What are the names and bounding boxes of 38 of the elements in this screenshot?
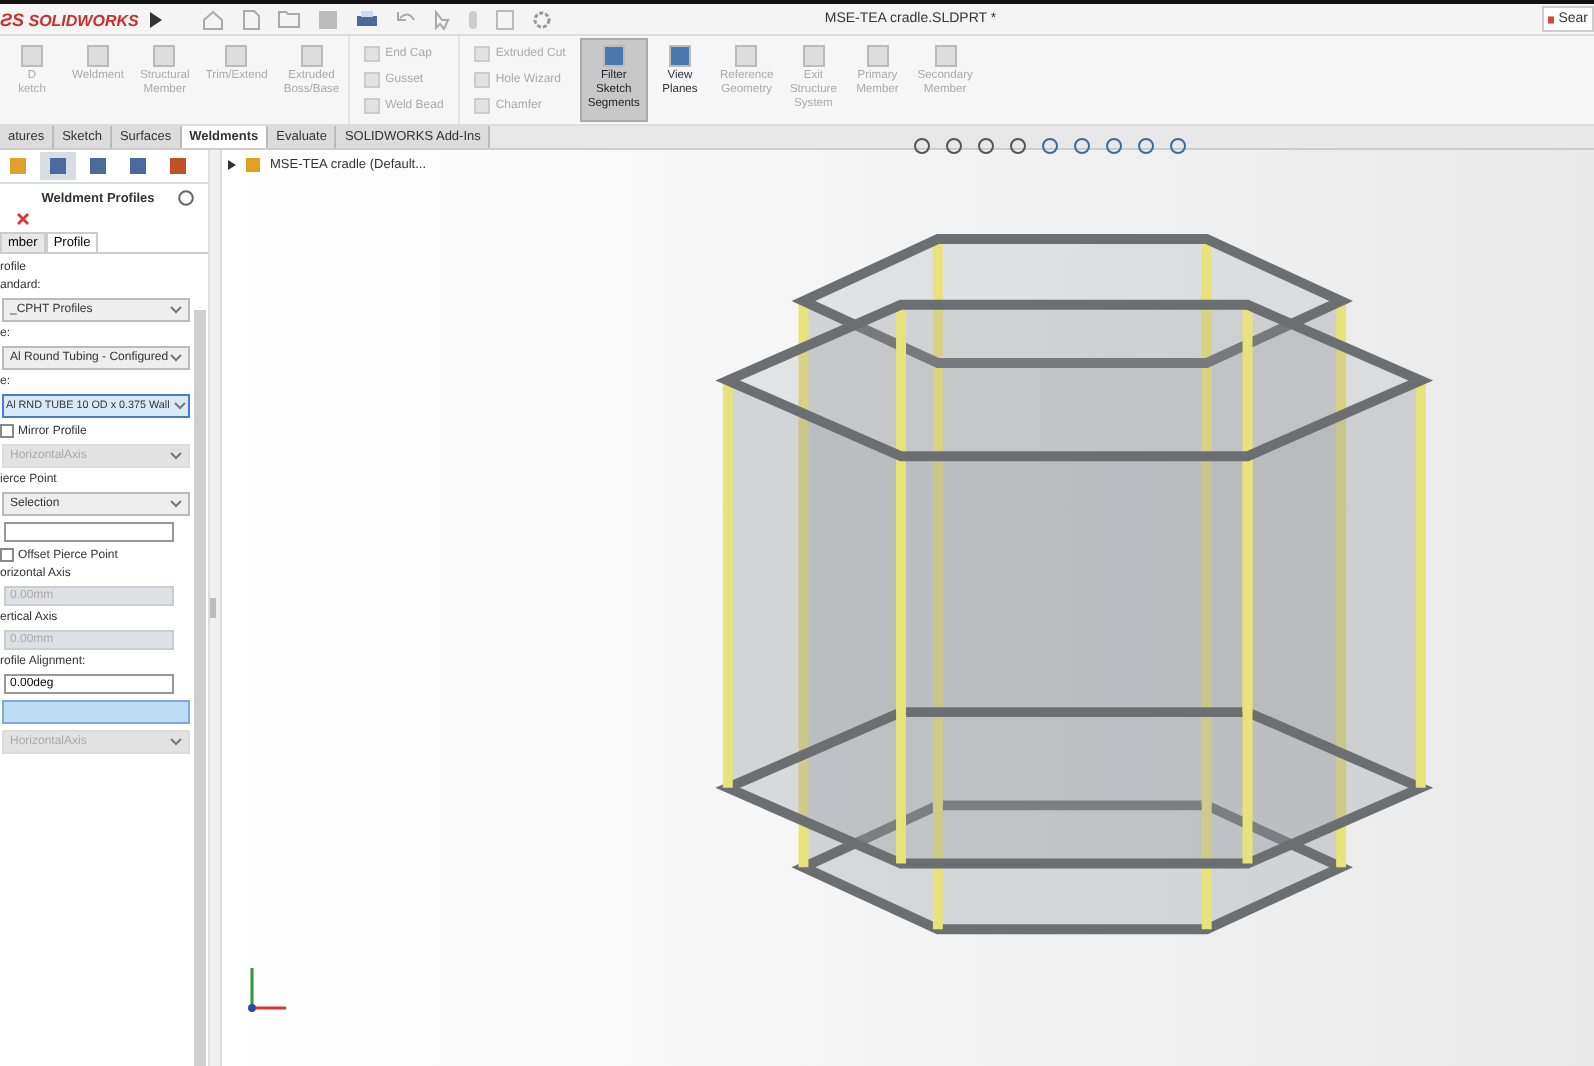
help-icon[interactable] <box>178 190 195 206</box>
tool-icon <box>601 44 626 68</box>
view-tool-icon[interactable] <box>944 136 966 158</box>
tool-icon <box>299 44 324 68</box>
panel-tab-icon[interactable] <box>40 152 76 180</box>
tool-icon <box>734 44 759 68</box>
expand-arrow-icon[interactable] <box>228 160 236 170</box>
tool-icon <box>865 44 890 68</box>
caret-icon <box>170 452 182 460</box>
close-icon[interactable] <box>16 212 30 226</box>
tool-icon <box>152 44 177 68</box>
splitter-handle[interactable] <box>210 598 216 618</box>
view-tool-icon[interactable] <box>1168 136 1190 158</box>
view-tool-icon[interactable] <box>1136 136 1158 158</box>
tool-icon <box>801 44 826 68</box>
tool-icon <box>224 44 249 68</box>
part-icon <box>244 156 262 174</box>
caret-icon <box>170 354 182 362</box>
caret-icon <box>170 500 182 508</box>
app-logo: ƧS SOLIDWORKS <box>0 9 139 29</box>
view-tool-icon[interactable] <box>1008 136 1030 158</box>
tool-icon <box>86 44 110 68</box>
print-icon[interactable] <box>356 9 379 29</box>
view-tool-icon[interactable] <box>976 136 998 158</box>
caret-icon <box>174 402 186 410</box>
view-tool-icon[interactable] <box>1104 136 1126 158</box>
scrollbar[interactable] <box>194 310 206 1066</box>
caret-icon <box>170 306 182 314</box>
view-tool-icon[interactable] <box>912 136 934 158</box>
caret-icon <box>170 738 182 746</box>
tool-icon <box>667 44 692 68</box>
input-field[interactable] <box>4 522 174 542</box>
view-tool-icon[interactable] <box>1072 136 1094 158</box>
tool-icon <box>933 44 958 68</box>
settings-icon[interactable] <box>532 9 553 29</box>
view-tool-icon[interactable] <box>1040 136 1062 158</box>
play-icon[interactable] <box>150 11 163 27</box>
tool-icon <box>20 44 44 68</box>
